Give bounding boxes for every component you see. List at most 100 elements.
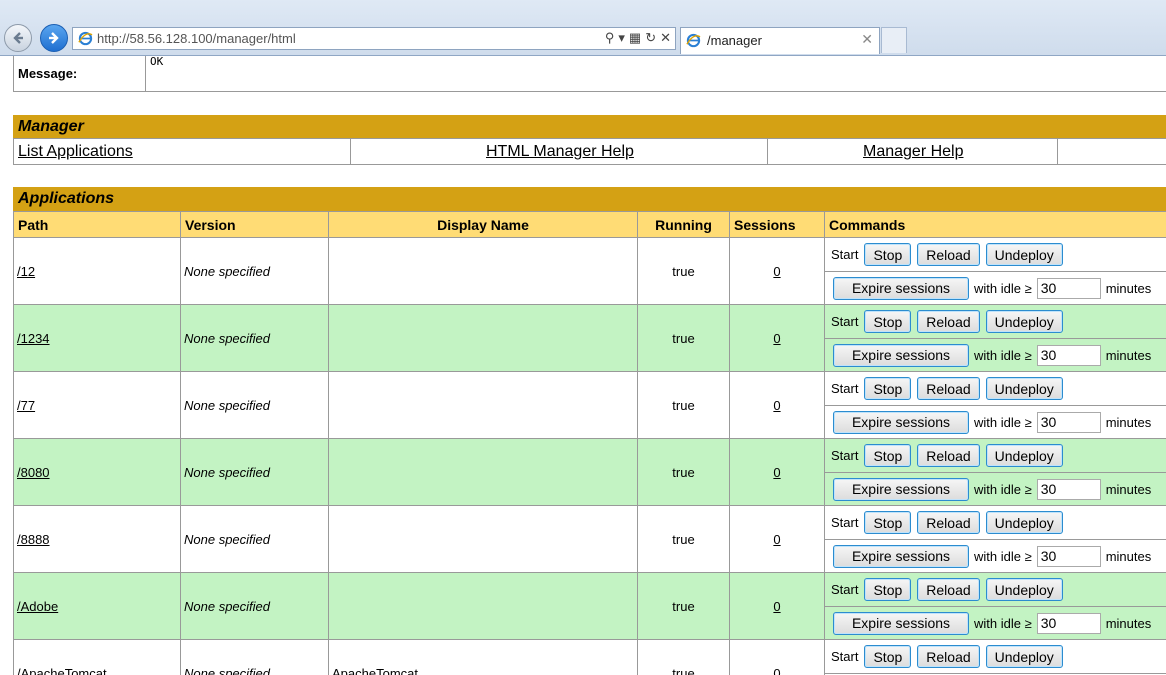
cell-version: None specified — [180, 304, 329, 372]
expire-sessions-button[interactable]: Expire sessions — [833, 477, 969, 501]
start-label[interactable]: Start — [831, 582, 858, 597]
divider — [350, 139, 351, 165]
app-path-link[interactable]: /ApacheTomcat — [17, 666, 107, 675]
sessions-link[interactable]: 0 — [773, 331, 780, 346]
undeploy-button[interactable]: Undeploy — [985, 645, 1063, 668]
stop-button[interactable]: Stop — [864, 310, 912, 333]
start-label[interactable]: Start — [831, 515, 858, 530]
stop-button[interactable]: Stop — [864, 511, 912, 534]
start-label[interactable]: Start — [831, 314, 858, 329]
sessions-link[interactable]: 0 — [773, 599, 780, 614]
cell-display-name — [328, 237, 638, 305]
idle-minutes-input[interactable] — [1036, 411, 1101, 433]
divider — [767, 139, 768, 165]
cell-version: None specified — [180, 639, 329, 675]
cell-running: true — [637, 505, 730, 573]
address-bar[interactable]: http://58.56.128.100/manager/html ⚲ ▾ ▦ … — [72, 27, 676, 50]
sessions-link[interactable]: 0 — [773, 398, 780, 413]
stop-button[interactable]: Stop — [864, 444, 912, 467]
back-button[interactable] — [4, 24, 32, 52]
start-label[interactable]: Start — [831, 649, 858, 664]
tab-manager[interactable]: /manager ✕ — [680, 27, 880, 54]
undeploy-button[interactable]: Undeploy — [985, 511, 1063, 534]
sessions-link[interactable]: 0 — [773, 666, 780, 675]
start-label[interactable]: Start — [831, 448, 858, 463]
cell-commands: Start StopReloadUndeploy Expire sessions wi… — [824, 371, 1166, 439]
reload-button[interactable]: Reload — [917, 444, 980, 467]
stop-button[interactable]: Stop — [864, 578, 912, 601]
page-content: Message: OK Manager List Applications HT… — [0, 56, 1166, 675]
minutes-label: minutes — [1105, 414, 1152, 430]
idle-minutes-input[interactable] — [1036, 344, 1101, 366]
column-header-path: Path — [13, 211, 181, 238]
close-tab-icon[interactable]: ✕ — [861, 31, 873, 48]
table-row: /Adobe None specified true 0 Start Stop Reload… — [13, 572, 1166, 640]
expire-sessions-button[interactable]: Expire sessions — [833, 544, 969, 568]
sessions-link[interactable]: 0 — [773, 532, 780, 547]
expire-sessions-button[interactable]: Expire sessions — [833, 410, 969, 434]
undeploy-button[interactable]: Undeploy — [985, 444, 1063, 467]
app-path-link[interactable]: /8080 — [17, 465, 50, 480]
cell-display-name — [328, 304, 638, 372]
column-header-sessions: Sessions — [729, 211, 825, 238]
manager-section-title: Manager — [13, 115, 1166, 138]
message-box: Message: OK — [13, 56, 1166, 92]
minutes-label: minutes — [1105, 548, 1152, 564]
command-row-expire: Expire sessions with idle ≥ minutes — [825, 272, 1166, 304]
message-value: OK — [150, 56, 164, 68]
reload-button[interactable]: Reload — [917, 377, 980, 400]
idle-minutes-input[interactable] — [1036, 277, 1101, 299]
cell-sessions: 0 — [729, 572, 825, 640]
html-manager-help-link[interactable]: HTML Manager Help — [486, 143, 634, 161]
cell-version: None specified — [180, 371, 329, 439]
app-path-link[interactable]: /77 — [17, 398, 35, 413]
command-row-actions: Start Stop Reload Undeploy — [825, 640, 1166, 674]
idle-minutes-input[interactable] — [1036, 478, 1101, 500]
forward-button[interactable] — [40, 24, 68, 52]
cell-commands: Start StopReloadUndeploy Expire sessions wi… — [824, 237, 1166, 305]
manager-help-link[interactable]: Manager Help — [863, 143, 964, 161]
undeploy-button[interactable]: Undeploy — [985, 578, 1063, 601]
stop-button[interactable]: Stop — [864, 243, 912, 266]
stop-button[interactable]: Stop — [864, 645, 912, 668]
app-path-link[interactable]: /8888 — [17, 532, 50, 547]
cell-display-name — [328, 438, 638, 506]
undeploy-button[interactable]: Undeploy — [985, 377, 1063, 400]
app-path-link[interactable]: /1234 — [17, 331, 50, 346]
reload-button[interactable]: Reload — [917, 310, 980, 333]
sessions-link[interactable]: 0 — [773, 264, 780, 279]
dropdown-arrow-icon[interactable]: ▾ — [618, 30, 625, 46]
refresh-icon[interactable]: ↻ — [645, 30, 656, 46]
reload-button[interactable]: Reload — [917, 243, 980, 266]
sessions-link[interactable]: 0 — [773, 465, 780, 480]
reload-button[interactable]: Reload — [917, 645, 980, 668]
compatibility-view-icon[interactable]: ▦ — [629, 30, 641, 46]
app-path-link[interactable]: /Adobe — [17, 599, 58, 614]
cell-sessions: 0 — [729, 505, 825, 573]
cell-sessions: 0 — [729, 639, 825, 675]
undeploy-button[interactable]: Undeploy — [985, 243, 1063, 266]
expire-sessions-button[interactable]: Expire sessions — [833, 276, 969, 300]
applications-table: Path Version Display Name Running Sessio… — [13, 211, 1166, 675]
new-tab-button[interactable] — [881, 27, 907, 53]
list-applications-link[interactable]: List Applications — [18, 143, 133, 161]
command-row-actions: Start Stop Reload Undeploy — [825, 439, 1166, 473]
expire-sessions-button[interactable]: Expire sessions — [833, 343, 969, 367]
reload-button[interactable]: Reload — [917, 511, 980, 534]
start-label[interactable]: Start — [831, 381, 858, 396]
search-icon[interactable]: ⚲ — [605, 30, 615, 46]
expire-sessions-button[interactable]: Expire sessions — [833, 611, 969, 635]
app-path-link[interactable]: /12 — [17, 264, 35, 279]
start-label[interactable]: Start — [831, 247, 858, 262]
stop-button[interactable]: Stop — [864, 377, 912, 400]
reload-button[interactable]: Reload — [917, 578, 980, 601]
table-row: /77 None specified true 0 Start Stop Reload Und… — [13, 371, 1166, 439]
stop-icon[interactable]: ✕ — [660, 30, 671, 46]
undeploy-button[interactable]: Undeploy — [985, 310, 1063, 333]
idle-label: with idle ≥ — [974, 280, 1032, 296]
ie-page-icon — [78, 31, 93, 46]
idle-minutes-input[interactable] — [1036, 612, 1101, 634]
cell-running: true — [637, 371, 730, 439]
cell-version: None specified — [180, 505, 329, 573]
idle-minutes-input[interactable] — [1036, 545, 1101, 567]
